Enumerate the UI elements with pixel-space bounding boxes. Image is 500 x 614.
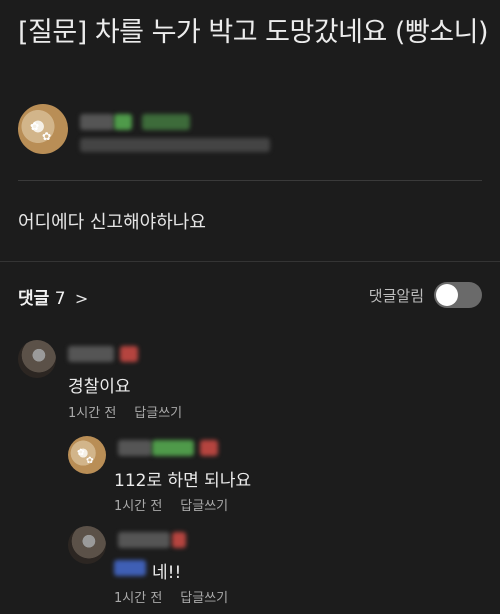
section-divider	[0, 261, 500, 262]
comment-meta: 1시간 전 답글쓰기	[114, 587, 228, 606]
author-avatar[interactable]: ✿ ✿	[18, 104, 68, 154]
commenter-name-redacted	[200, 440, 218, 456]
commenter-avatar[interactable]	[18, 340, 56, 378]
comment-text: 네!!	[152, 563, 182, 583]
divider	[18, 180, 482, 181]
author-name-redacted	[142, 114, 190, 130]
reply-item: 네!! 1시간 전 답글쓰기	[68, 524, 488, 609]
comment-text: 112로 하면 되나요	[114, 471, 252, 491]
commenter-avatar[interactable]	[68, 526, 106, 564]
commenter-name-redacted	[152, 440, 194, 456]
comment-time: 1시간 전	[114, 499, 163, 514]
toggle-knob	[436, 284, 458, 306]
comment-notify: 댓글알림	[369, 280, 482, 310]
comment-meta: 1시간 전 답글쓰기	[114, 495, 228, 514]
comment-notify-label: 댓글알림	[368, 286, 424, 305]
commenter-name-redacted	[118, 532, 170, 548]
commenter-name-redacted	[172, 532, 186, 548]
chevron-right-icon: >	[74, 289, 89, 308]
reply-button[interactable]: 답글쓰기	[180, 499, 228, 514]
comment-time: 1시간 전	[68, 406, 117, 421]
comment-text: 경찰이요	[68, 377, 131, 397]
reply-button[interactable]: 답글쓰기	[134, 406, 182, 421]
comment-time: 1시간 전	[114, 591, 163, 606]
author-meta-redacted	[80, 138, 270, 152]
reply-button[interactable]: 답글쓰기	[180, 591, 228, 606]
commenter-avatar[interactable]: ✿ ✿	[68, 436, 106, 474]
flower-icon: ✿	[77, 448, 85, 458]
comment-meta: 1시간 전 답글쓰기	[68, 402, 182, 421]
post-author[interactable]: ✿ ✿	[18, 104, 488, 156]
flower-icon: ✿	[30, 120, 40, 133]
post-body: 어디에다 신고해야하나요	[18, 212, 206, 233]
comments-count: 7	[54, 289, 66, 309]
comment-notify-toggle[interactable]	[434, 282, 482, 308]
author-name-redacted	[114, 114, 132, 130]
commenter-name-redacted	[68, 346, 114, 362]
author-name-redacted	[80, 114, 114, 130]
flower-icon: ✿	[42, 130, 52, 143]
comment-item: 경찰이요 1시간 전 답글쓰기	[18, 338, 488, 428]
commenter-name-redacted	[118, 440, 152, 456]
flower-icon: ✿	[86, 456, 94, 466]
commenter-name-redacted	[120, 346, 138, 362]
mention-redacted	[114, 560, 146, 576]
comments-header[interactable]: 댓글 7 >	[18, 284, 88, 309]
post-title: [질문] 차를 누가 박고 도망갔네요 (빵소니)	[18, 17, 489, 48]
comments-label: 댓글	[18, 289, 50, 309]
reply-item: ✿ ✿ 112로 하면 되나요 1시간 전 답글쓰기	[68, 432, 488, 517]
